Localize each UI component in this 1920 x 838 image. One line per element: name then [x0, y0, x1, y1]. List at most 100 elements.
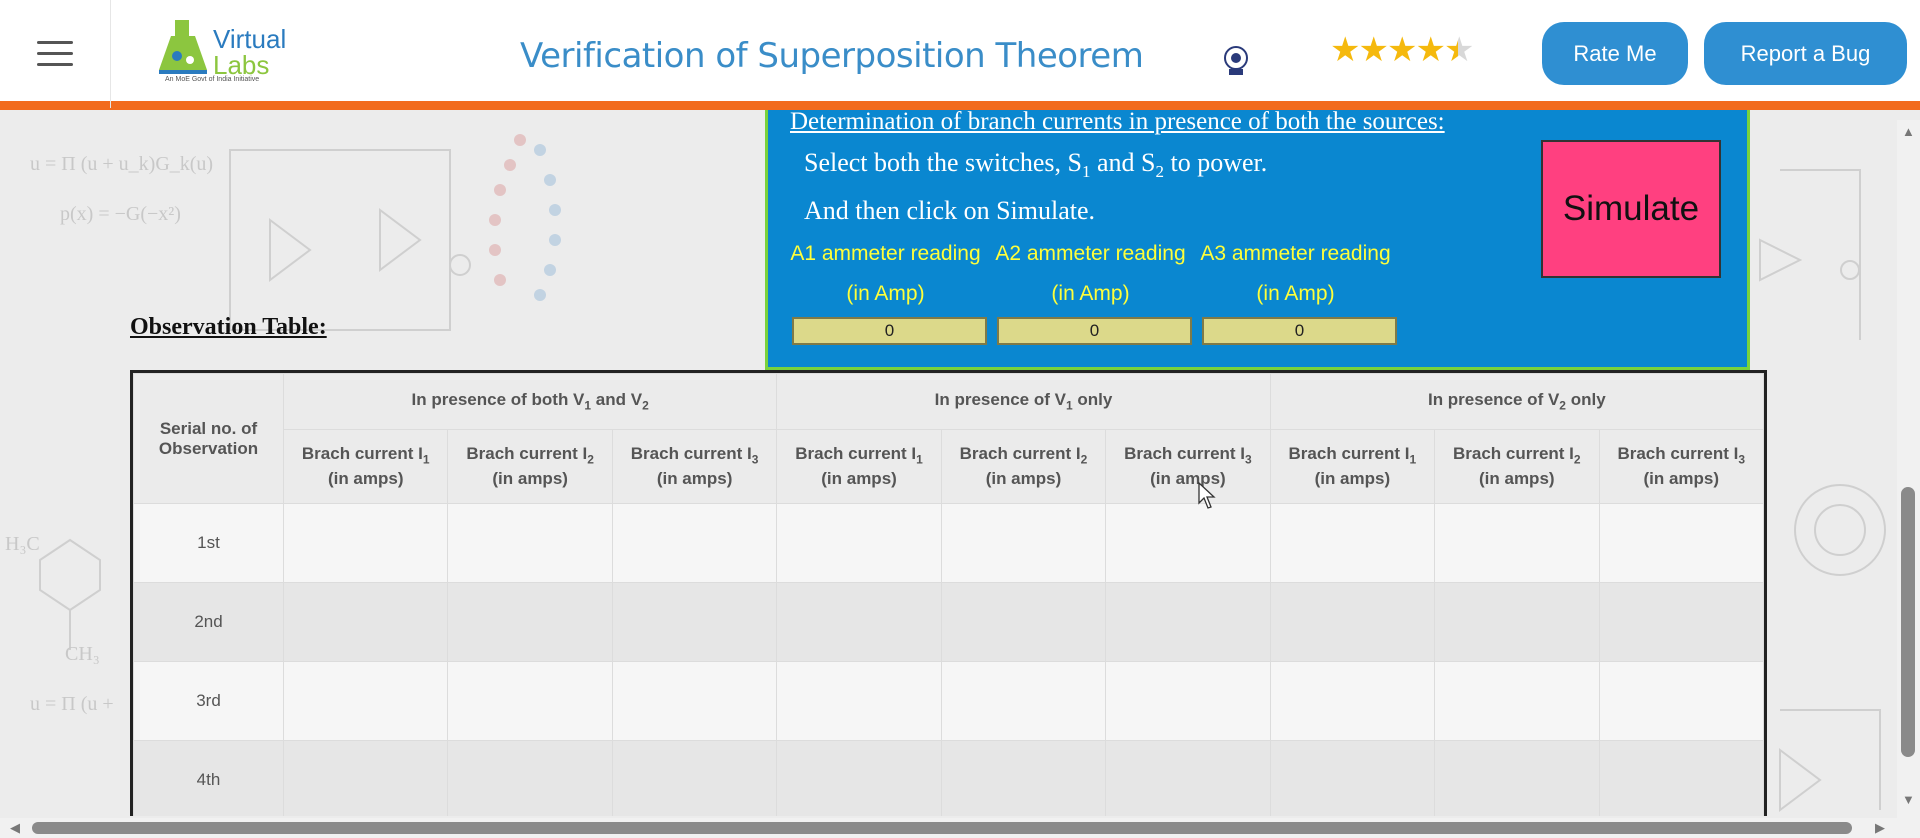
reading-cell[interactable]	[776, 740, 942, 816]
reading-cell[interactable]	[611, 503, 778, 583]
meter-reading-a1: 0	[792, 317, 987, 345]
reading-cell[interactable]	[1269, 503, 1436, 583]
reading-cell[interactable]	[1105, 582, 1271, 662]
star-icon[interactable]: ★	[1330, 31, 1361, 69]
simulate-button[interactable]: Simulate	[1541, 140, 1721, 278]
table-row: 3rd	[133, 661, 1764, 741]
reading-cell[interactable]	[1105, 661, 1271, 741]
reading-cell[interactable]	[282, 582, 449, 662]
svg-text:H₃C: H₃C	[5, 533, 40, 555]
vertical-scroll-thumb[interactable]	[1901, 487, 1915, 757]
reading-cell[interactable]	[1598, 661, 1764, 741]
meter-label-a3: A3 ammeter reading	[1200, 242, 1391, 265]
hamburger-menu-button[interactable]	[0, 0, 111, 108]
group-header-v1: In presence of V1 only	[776, 373, 1271, 430]
reading-cell[interactable]	[447, 582, 613, 662]
reading-cell[interactable]	[1598, 503, 1764, 583]
branch-current-header: Brach current I2 (in amps)	[940, 429, 1107, 504]
reading-cell[interactable]	[940, 582, 1107, 662]
reading-cell[interactable]	[1598, 740, 1764, 816]
reading-cell[interactable]	[611, 661, 778, 741]
serial-cell: 3rd	[133, 661, 284, 741]
mouse-cursor-icon	[1198, 482, 1216, 509]
table-row: 2nd	[133, 582, 1764, 662]
meter-label-a1: A1 ammeter reading	[790, 242, 981, 265]
branch-current-header: Brach current I3 (in amps)	[1598, 429, 1764, 504]
reading-cell[interactable]	[1434, 661, 1600, 741]
star-icon[interactable]: ★	[1415, 31, 1446, 69]
group-header-v2: In presence of V2 only	[1269, 373, 1764, 430]
reading-cell[interactable]	[282, 503, 449, 583]
reading-cell[interactable]	[940, 661, 1107, 741]
branch-current-header: Brach current I1 (in amps)	[1269, 429, 1436, 504]
sim-instruction-2: And then click on Simulate.	[804, 196, 1096, 225]
branch-current-header: Brach current I2 (in amps)	[1434, 429, 1600, 504]
svg-text:u = Π (u +: u = Π (u +	[30, 693, 114, 715]
reading-cell[interactable]	[611, 740, 778, 816]
sim-instruction-1: Select both the switches, S1 and S2 to p…	[804, 148, 1268, 182]
logo-tagline: An MoE Govt of India Initiative	[165, 76, 260, 83]
meter-unit-a3: (in Amp)	[1256, 282, 1335, 305]
scroll-up-arrow-icon[interactable]: ▲	[1902, 124, 1915, 139]
rate-me-button[interactable]: Rate Me	[1542, 22, 1688, 85]
serial-cell: 4th	[133, 740, 284, 816]
virtual-labs-logo[interactable]: Virtual Labs An MoE Govt of India Initia…	[155, 18, 286, 88]
branch-current-header: Brach current I3 (in amps)	[611, 429, 778, 504]
svg-text:p(x) = −G(−x²): p(x) = −G(−x²)	[60, 203, 181, 225]
observation-table: Serial no. of Observation In presence of…	[130, 370, 1767, 816]
top-header: Virtual Labs An MoE Govt of India Initia…	[0, 0, 1920, 110]
reading-cell[interactable]	[1269, 661, 1436, 741]
reading-cell[interactable]	[1269, 582, 1436, 662]
meter-label-a2: A2 ammeter reading	[995, 242, 1186, 265]
table-row: 4th	[133, 740, 1764, 816]
reading-cell[interactable]	[1434, 503, 1600, 583]
horizontal-scroll-thumb[interactable]	[32, 822, 1852, 834]
page-title: Verification of Superposition Theorem	[520, 36, 1144, 76]
half-star-icon[interactable]: ★	[1444, 31, 1475, 69]
branch-current-header: Brach current I2 (in amps)	[447, 429, 613, 504]
iit-emblem-icon	[1224, 46, 1248, 75]
meter-reading-a3: 0	[1202, 317, 1397, 345]
serial-cell: 1st	[133, 503, 284, 583]
reading-cell[interactable]	[776, 661, 942, 741]
meter-reading-a2: 0	[997, 317, 1192, 345]
reading-cell[interactable]	[776, 582, 942, 662]
reading-cell[interactable]	[282, 661, 449, 741]
reading-cell[interactable]	[1269, 740, 1436, 816]
meter-unit-a1: (in Amp)	[846, 282, 925, 305]
reading-cell[interactable]	[1434, 740, 1600, 816]
serial-header: Serial no. of Observation	[133, 373, 284, 504]
reading-cell[interactable]	[940, 503, 1107, 583]
branch-current-header: Brach current I1 (in amps)	[776, 429, 942, 504]
simulation-panel: Determination of branch currents in pres…	[765, 108, 1750, 370]
branch-current-header: Brach current I3 (in amps)	[1105, 429, 1271, 504]
meter-unit-a2: (in Amp)	[1051, 282, 1130, 305]
scroll-right-arrow-icon[interactable]: ▶	[1875, 820, 1885, 836]
reading-cell[interactable]	[1598, 582, 1764, 662]
star-icon[interactable]: ★	[1387, 31, 1418, 69]
group-header-both: In presence of both V1 and V2	[282, 373, 778, 430]
reading-cell[interactable]	[447, 740, 613, 816]
table-row: 1st	[133, 503, 1764, 583]
reading-cell[interactable]	[282, 740, 449, 816]
reading-cell[interactable]	[1105, 503, 1271, 583]
reading-cell[interactable]	[611, 582, 778, 662]
rating-stars[interactable]: ★★★★★	[1330, 30, 1475, 70]
reading-cell[interactable]	[1434, 582, 1600, 662]
svg-text:CH₃: CH₃	[65, 643, 100, 665]
hamburger-icon	[37, 41, 73, 67]
flask-icon	[159, 20, 207, 74]
scroll-down-arrow-icon[interactable]: ▼	[1902, 792, 1915, 807]
reading-cell[interactable]	[447, 661, 613, 741]
sim-heading: Determination of branch currents in pres…	[790, 108, 1445, 135]
star-icon[interactable]: ★	[1358, 31, 1389, 69]
reading-cell[interactable]	[1105, 740, 1271, 816]
reading-cell[interactable]	[447, 503, 613, 583]
serial-cell: 2nd	[133, 582, 284, 662]
branch-current-header: Brach current I1 (in amps)	[282, 429, 449, 504]
svg-text:u = Π (u + u_k)G_k(u): u = Π (u + u_k)G_k(u)	[30, 153, 213, 175]
reading-cell[interactable]	[776, 503, 942, 583]
scroll-left-arrow-icon[interactable]: ◀	[10, 820, 20, 836]
report-bug-button[interactable]: Report a Bug	[1704, 22, 1907, 85]
reading-cell[interactable]	[940, 740, 1107, 816]
